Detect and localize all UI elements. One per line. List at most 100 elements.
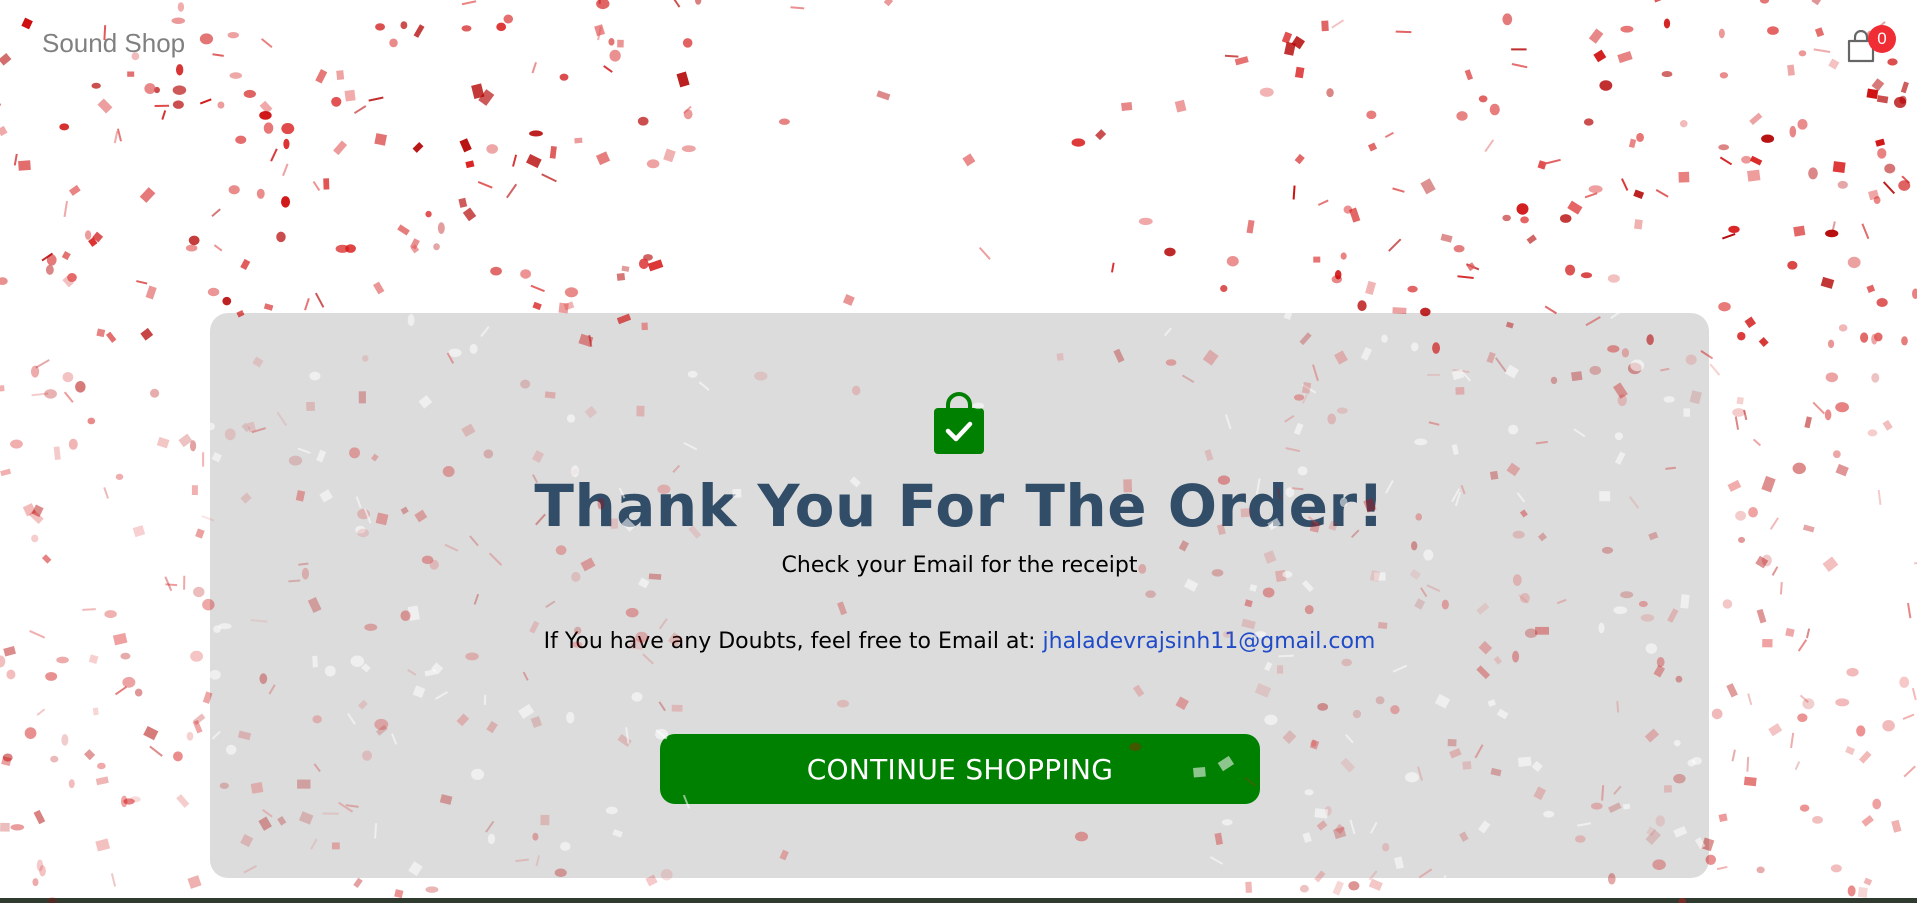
confetti-piece [195, 528, 205, 539]
confetti-piece [425, 886, 439, 893]
confetti-piece [1808, 167, 1818, 180]
confetti-piece [113, 130, 119, 144]
confetti-piece [213, 244, 223, 252]
confetti-piece [374, 133, 387, 146]
confetti-piece [84, 230, 92, 240]
confetti-piece [36, 859, 44, 872]
confetti-piece [1245, 881, 1253, 893]
confetti-piece [563, 301, 575, 311]
confetti-piece [1743, 776, 1757, 787]
confetti-piece [1478, 95, 1488, 103]
confetti-piece [529, 130, 543, 137]
confetti-piece [1847, 256, 1861, 269]
confetti-piece [1738, 536, 1746, 543]
confetti-piece [643, 254, 653, 261]
confetti-piece [1867, 429, 1878, 437]
confetti-piece [962, 153, 976, 167]
confetti-piece [120, 652, 131, 660]
confetti-piece [490, 266, 502, 276]
confetti-piece [1711, 708, 1723, 720]
confetti-piece [394, 889, 404, 899]
confetti-piece [1756, 866, 1765, 874]
confetti-piece [31, 534, 39, 543]
confetti-piece [13, 153, 18, 166]
confetti-piece [31, 504, 44, 518]
confetti-piece [1489, 103, 1500, 116]
confetti-piece [115, 473, 124, 481]
confetti-piece [1709, 363, 1721, 376]
confetti-piece [75, 381, 86, 393]
confetti-piece [1226, 255, 1239, 267]
confetti-piece [1621, 178, 1629, 191]
confetti-piece [1882, 181, 1896, 195]
confetti-piece [61, 734, 69, 746]
confetti-piece [1847, 885, 1856, 897]
confetti-piece [1761, 134, 1775, 143]
confetti-piece [1797, 639, 1808, 652]
confetti-piece [842, 294, 855, 306]
confetti-piece [1845, 746, 1856, 756]
confetti-piece [683, 105, 692, 115]
confetti-piece [1884, 163, 1896, 174]
confetti-piece [36, 708, 46, 716]
confetti-piece [353, 105, 367, 114]
confetti-piece [1349, 207, 1361, 223]
confetti-piece [1365, 280, 1377, 296]
confetti-piece [1901, 175, 1910, 184]
confetti-piece [0, 277, 8, 286]
confetti-piece [1095, 129, 1107, 141]
confetti-piece [283, 138, 290, 150]
confetti-piece [1825, 372, 1839, 383]
continue-shopping-button[interactable]: CONTINUE SHOPPING [660, 734, 1260, 804]
confetti-piece [1756, 608, 1767, 624]
confetti-piece [145, 285, 157, 300]
confetti-piece [564, 287, 579, 298]
confetti-piece [512, 154, 518, 167]
confetti-piece [50, 755, 59, 763]
confetti-piece [263, 122, 274, 134]
confetti-piece [63, 391, 74, 403]
confetti-piece [193, 586, 205, 598]
confetti-piece [0, 125, 8, 137]
confetti-piece [462, 207, 477, 222]
confetti-piece [154, 104, 170, 108]
confetti-piece [323, 178, 330, 190]
confetti-piece [1863, 877, 1873, 886]
confetti-piece [18, 160, 31, 171]
confetti-piece [156, 436, 170, 449]
confetti-piece [1769, 517, 1779, 530]
confetti-piece [235, 135, 247, 145]
confetti-piece [1891, 819, 1902, 833]
confetti-piece [192, 719, 203, 734]
confetti-piece [185, 244, 198, 252]
confetti-piece [541, 173, 557, 183]
confetti-piece [240, 258, 251, 271]
confetti-piece [164, 576, 173, 592]
confetti-piece [1866, 284, 1876, 293]
confetti-piece [3, 646, 16, 657]
confetti-piece [1876, 95, 1889, 104]
confetti-piece [638, 258, 649, 270]
confetti-piece [1456, 111, 1468, 121]
confetti-piece [68, 184, 81, 196]
confetti-piece [59, 123, 70, 131]
contact-email-link[interactable]: jhaladevrajsinh11@gmail.com [1043, 629, 1376, 654]
confetti-piece [1332, 880, 1344, 896]
confetti-piece [1628, 138, 1637, 149]
confetti-piece [1317, 199, 1329, 206]
confetti-piece [1567, 200, 1583, 215]
confetti-piece [1761, 554, 1772, 567]
bottom-divider [0, 898, 1917, 903]
confetti-piece [1502, 214, 1511, 222]
confetti-piece [56, 656, 69, 664]
confetti-piece [1812, 401, 1826, 415]
confetti-piece [304, 297, 310, 311]
confetti-piece [1164, 247, 1176, 257]
confetti-piece [104, 610, 117, 619]
confetti-piece [1466, 263, 1480, 271]
logo[interactable]: Sound Shop [42, 28, 185, 59]
confetti-piece [530, 284, 545, 293]
confetti-piece [45, 671, 58, 681]
cart-button[interactable]: 0 [1842, 25, 1896, 64]
confetti-piece [1866, 88, 1879, 99]
